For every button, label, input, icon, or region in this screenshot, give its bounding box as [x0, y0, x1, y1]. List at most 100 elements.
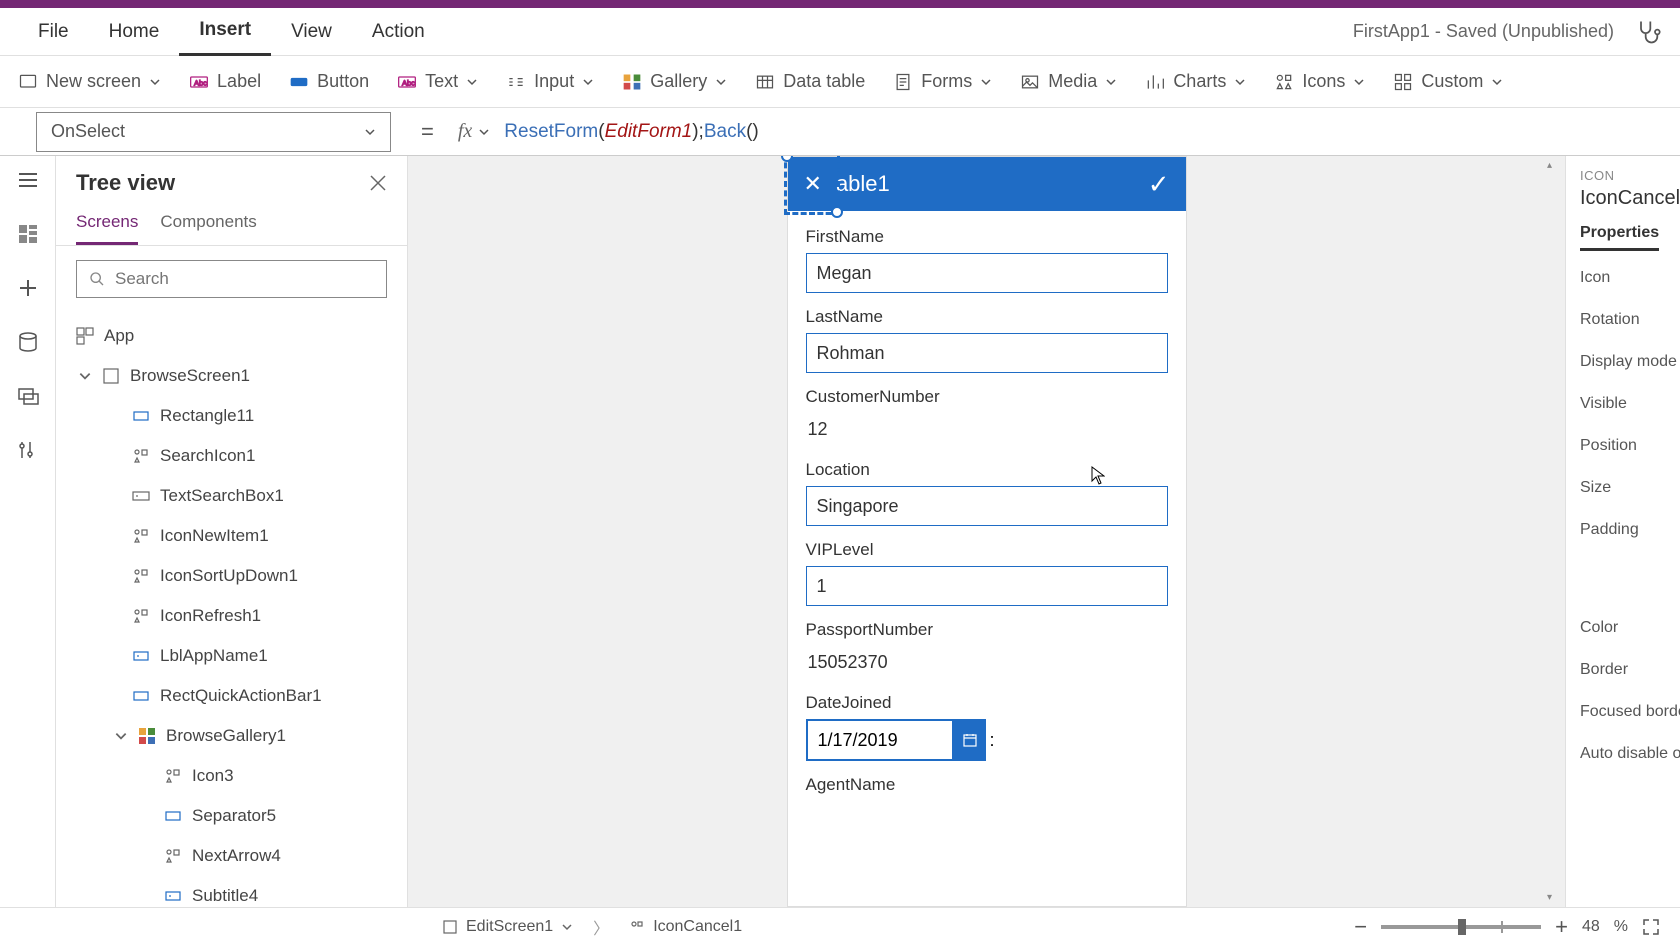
- settings-rail-icon[interactable]: [16, 438, 40, 462]
- forms-button[interactable]: Forms: [893, 71, 992, 92]
- prop-position[interactable]: Position: [1580, 437, 1680, 455]
- scroll-down-icon[interactable]: ▾: [1547, 892, 1552, 903]
- label-node-icon: [164, 887, 182, 905]
- fit-screen-icon[interactable]: [1642, 918, 1660, 936]
- prop-padding[interactable]: Padding: [1580, 521, 1680, 539]
- zoom-out-button[interactable]: −: [1354, 914, 1367, 940]
- tab-components[interactable]: Components: [160, 206, 256, 245]
- breadcrumb-editscreen[interactable]: EditScreen1: [442, 918, 573, 936]
- input-label: Input: [534, 71, 574, 92]
- chevron-down-icon: [1105, 76, 1117, 88]
- tree-node-rectquick[interactable]: RectQuickActionBar1: [56, 676, 407, 716]
- close-icon[interactable]: [369, 174, 387, 192]
- insert-icon[interactable]: [16, 276, 40, 300]
- formula-input[interactable]: ResetForm(EditForm1);Back(): [504, 120, 758, 143]
- fx-indicator[interactable]: fx: [458, 120, 490, 143]
- tree-node-rectangle[interactable]: Rectangle11: [56, 396, 407, 436]
- expand-icon[interactable]: [78, 369, 92, 383]
- prop-visible[interactable]: Visible: [1580, 395, 1680, 413]
- time-colon: :: [990, 730, 995, 751]
- input-button[interactable]: Input: [506, 71, 594, 92]
- scroll-up-icon[interactable]: ▴: [1547, 160, 1552, 171]
- calendar-icon: [962, 732, 978, 748]
- tree-node-app[interactable]: App: [56, 316, 407, 356]
- tree-node-searchicon[interactable]: SearchIcon1: [56, 436, 407, 476]
- media-rail-icon[interactable]: [16, 384, 40, 408]
- prop-icon[interactable]: Icon: [1580, 269, 1680, 287]
- tab-properties[interactable]: Properties: [1580, 224, 1659, 251]
- tree-search[interactable]: [76, 260, 387, 298]
- firstname-input[interactable]: [806, 253, 1168, 293]
- tree-node-browsescreen[interactable]: BrowseScreen1: [56, 356, 407, 396]
- prop-rotation[interactable]: Rotation: [1580, 311, 1680, 329]
- chevron-down-icon: [364, 126, 376, 138]
- zoom-in-button[interactable]: +: [1555, 914, 1568, 940]
- svg-text:Abc: Abc: [194, 78, 207, 87]
- new-screen-button[interactable]: New screen: [18, 71, 161, 92]
- zoom-slider[interactable]: [1381, 925, 1541, 929]
- vip-input[interactable]: [806, 566, 1168, 606]
- tree-node-iconrefresh[interactable]: IconRefresh1: [56, 596, 407, 636]
- hamburger-icon[interactable]: [16, 168, 40, 192]
- chevron-down-icon: [1353, 76, 1365, 88]
- calendar-button[interactable]: [954, 719, 986, 761]
- rectangle-icon: [164, 807, 182, 825]
- menu-view[interactable]: View: [271, 8, 352, 56]
- date-input[interactable]: [806, 719, 954, 761]
- icons-button[interactable]: Icons: [1274, 71, 1365, 92]
- tree-node-nextarrow[interactable]: NextArrow4: [56, 836, 407, 876]
- location-input[interactable]: [806, 486, 1168, 526]
- app-icon: [76, 327, 94, 345]
- tree-node-textsearch[interactable]: TextSearchBox1: [56, 476, 407, 516]
- button-button[interactable]: Button: [289, 71, 369, 92]
- media-button[interactable]: Media: [1020, 71, 1117, 92]
- breadcrumb-iconcancel[interactable]: IconCancel1: [629, 918, 742, 936]
- zoom-thumb[interactable]: [1458, 919, 1466, 935]
- prop-auto-disable[interactable]: Auto disable o: [1580, 745, 1680, 763]
- custom-button[interactable]: Custom: [1393, 71, 1503, 92]
- cancel-icon[interactable]: ✕: [804, 171, 822, 197]
- label-button[interactable]: Abc Label: [189, 71, 261, 92]
- tree-node-icon3[interactable]: Icon3: [56, 756, 407, 796]
- control-icon: [132, 567, 150, 585]
- tree-label: Separator5: [192, 806, 276, 826]
- menu-insert[interactable]: Insert: [179, 8, 271, 56]
- date-label: DateJoined: [806, 693, 1168, 713]
- prop-focused-border[interactable]: Focused borde: [1580, 703, 1680, 721]
- tree-node-iconnew[interactable]: IconNewItem1: [56, 516, 407, 556]
- custom-icon: [1393, 72, 1413, 92]
- canvas-scrollbar[interactable]: ▴ ▾: [1547, 160, 1561, 903]
- phone-preview[interactable]: ✕ able1 ✓ FirstName LastName CustomerNum…: [787, 156, 1187, 907]
- text-button[interactable]: Abc Text: [397, 71, 478, 92]
- prop-size[interactable]: Size: [1580, 479, 1680, 497]
- props-type: ICON: [1580, 168, 1680, 183]
- tree-node-lblapp[interactable]: LblAppName1: [56, 636, 407, 676]
- app-checker-icon[interactable]: [1634, 18, 1662, 46]
- menu-action[interactable]: Action: [352, 8, 445, 56]
- menu-file[interactable]: File: [18, 8, 89, 56]
- canvas[interactable]: ✕ able1 ✓ FirstName LastName CustomerNum…: [408, 156, 1565, 907]
- tree-node-gallery[interactable]: BrowseGallery1: [56, 716, 407, 756]
- lastname-input[interactable]: [806, 333, 1168, 373]
- tab-screens[interactable]: Screens: [76, 206, 138, 245]
- data-icon[interactable]: [16, 330, 40, 354]
- prop-border[interactable]: Border: [1580, 661, 1680, 679]
- menu-home[interactable]: Home: [89, 8, 180, 56]
- charts-button[interactable]: Charts: [1145, 71, 1246, 92]
- tree-node-iconsort[interactable]: IconSortUpDown1: [56, 556, 407, 596]
- data-table-button[interactable]: Data table: [755, 71, 865, 92]
- expand-icon[interactable]: [114, 729, 128, 743]
- tree-node-subtitle[interactable]: Subtitle4: [56, 876, 407, 907]
- ribbon: New screen Abc Label Button Abc Text Inp…: [0, 56, 1680, 108]
- tree-view-icon[interactable]: [16, 222, 40, 246]
- rectangle-icon: [132, 407, 150, 425]
- submit-icon[interactable]: ✓: [1148, 169, 1170, 200]
- tree-label: BrowseGallery1: [166, 726, 286, 746]
- prop-color[interactable]: Color: [1580, 619, 1680, 637]
- gallery-button[interactable]: Gallery: [622, 71, 727, 92]
- search-input[interactable]: [115, 269, 374, 289]
- property-selector[interactable]: OnSelect: [36, 112, 391, 152]
- label-label: Label: [217, 71, 261, 92]
- prop-display-mode[interactable]: Display mode: [1580, 353, 1680, 371]
- tree-node-separator[interactable]: Separator5: [56, 796, 407, 836]
